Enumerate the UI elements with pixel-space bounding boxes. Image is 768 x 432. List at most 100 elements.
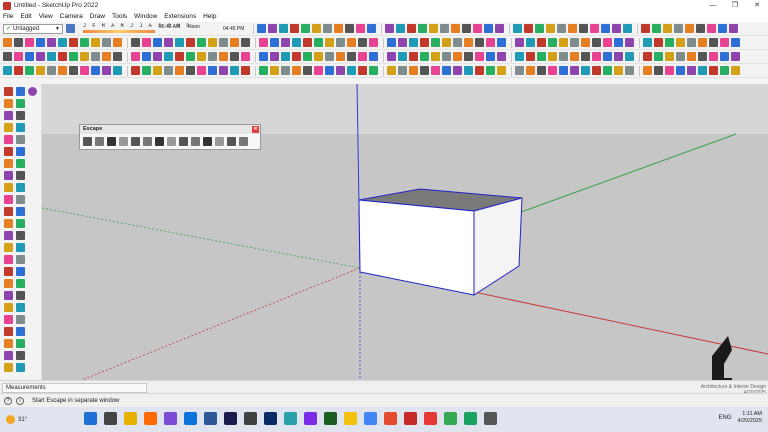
toolbar-tool-icon[interactable] [69, 52, 78, 61]
toolbar-tool-icon[interactable] [113, 38, 122, 47]
info-icon[interactable]: i [16, 396, 24, 405]
maximize-button[interactable]: ❐ [724, 0, 746, 11]
toolbar-tool-icon[interactable] [431, 52, 440, 61]
toolbar-tool-icon[interactable] [387, 52, 396, 61]
toolbar-tool-icon[interactable] [314, 66, 323, 75]
toolbar-tool-icon[interactable] [347, 52, 356, 61]
escape-tool-icon[interactable] [215, 137, 224, 146]
toolbar-tool-icon[interactable] [186, 38, 195, 47]
toolbar-tool-icon[interactable] [442, 66, 451, 75]
toolbar-tool-icon[interactable] [537, 52, 546, 61]
toolbar-tool-icon[interactable] [36, 38, 45, 47]
toolbar-tool-icon[interactable] [429, 24, 439, 33]
toolbar-tool-icon[interactable] [270, 66, 279, 75]
left-tool-icon[interactable] [4, 255, 13, 264]
toolbar-tool-icon[interactable] [641, 24, 651, 33]
minimize-button[interactable]: — [702, 0, 724, 11]
left-tool-icon[interactable] [4, 183, 13, 192]
toolbar-tool-icon[interactable] [186, 66, 195, 75]
toolbar-tool-icon[interactable] [241, 52, 250, 61]
taskbar-app-icon[interactable] [364, 412, 377, 425]
toolbar-tool-icon[interactable] [369, 52, 378, 61]
toolbar-tool-icon[interactable] [356, 24, 366, 33]
tag-settings-icon[interactable] [66, 24, 75, 33]
menu-edit[interactable]: Edit [20, 13, 31, 20]
toolbar-tool-icon[interactable] [241, 38, 250, 47]
menu-file[interactable]: File [3, 13, 13, 20]
menu-extensions[interactable]: Extensions [164, 13, 196, 20]
toolbar-tool-icon[interactable] [292, 66, 301, 75]
left-tool-icon[interactable] [16, 363, 25, 372]
toolbar-tool-icon[interactable] [385, 24, 395, 33]
toolbar-tool-icon[interactable] [241, 66, 250, 75]
toolbar-tool-icon[interactable] [91, 52, 100, 61]
toolbar-tool-icon[interactable] [453, 52, 462, 61]
toolbar-tool-icon[interactable] [665, 66, 674, 75]
toolbar-tool-icon[interactable] [3, 66, 12, 75]
toolbar-tool-icon[interactable] [336, 66, 345, 75]
toolbar-tool-icon[interactable] [259, 66, 268, 75]
toolbar-tool-icon[interactable] [431, 66, 440, 75]
toolbar-tool-icon[interactable] [219, 52, 228, 61]
escape-tool-icon[interactable] [239, 137, 248, 146]
toolbar-tool-icon[interactable] [14, 66, 23, 75]
toolbar-tool-icon[interactable] [515, 52, 524, 61]
toolbar-tool-icon[interactable] [58, 52, 67, 61]
toolbar-tool-icon[interactable] [420, 52, 429, 61]
toolbar-tool-icon[interactable] [387, 66, 396, 75]
toolbar-tool-icon[interactable] [208, 66, 217, 75]
toolbar-tool-icon[interactable] [292, 52, 301, 61]
toolbar-tool-icon[interactable] [687, 52, 696, 61]
toolbar-tool-icon[interactable] [398, 52, 407, 61]
left-tool-icon[interactable] [16, 207, 25, 216]
taskbar-app-icon[interactable] [324, 412, 337, 425]
toolbar-tool-icon[interactable] [475, 52, 484, 61]
left-tool-icon[interactable] [16, 315, 25, 324]
toolbar-tool-icon[interactable] [153, 66, 162, 75]
toolbar-tool-icon[interactable] [323, 24, 333, 33]
toolbar-tool-icon[interactable] [497, 66, 506, 75]
toolbar-tool-icon[interactable] [475, 38, 484, 47]
left-tool-icon[interactable] [16, 231, 25, 240]
weather-widget[interactable]: 31° [6, 415, 27, 424]
instructor-icon[interactable] [28, 87, 37, 96]
toolbar-tool-icon[interactable] [131, 38, 140, 47]
shadow-time-slider[interactable] [83, 29, 155, 33]
left-tool-icon[interactable] [4, 87, 13, 96]
toolbar-tool-icon[interactable] [720, 38, 729, 47]
left-tool-icon[interactable] [16, 183, 25, 192]
toolbar-tool-icon[interactable] [197, 66, 206, 75]
taskbar-app-icon[interactable] [184, 412, 197, 425]
toolbar-tool-icon[interactable] [676, 38, 685, 47]
toolbar-tool-icon[interactable] [398, 38, 407, 47]
toolbar-tool-icon[interactable] [462, 24, 472, 33]
toolbar-tool-icon[interactable] [347, 66, 356, 75]
left-tool-icon[interactable] [16, 303, 25, 312]
toolbar-tool-icon[interactable] [279, 24, 289, 33]
help-icon[interactable]: ? [4, 396, 12, 405]
left-tool-icon[interactable] [4, 207, 13, 216]
toolbar-tool-icon[interactable] [219, 38, 228, 47]
toolbar-tool-icon[interactable] [281, 38, 290, 47]
toolbar-tool-icon[interactable] [674, 24, 684, 33]
toolbar-tool-icon[interactable] [685, 24, 695, 33]
left-tool-icon[interactable] [4, 171, 13, 180]
toolbar-tool-icon[interactable] [526, 38, 535, 47]
toolbar-tool-icon[interactable] [464, 38, 473, 47]
toolbar-tool-icon[interactable] [36, 66, 45, 75]
left-tool-icon[interactable] [4, 363, 13, 372]
toolbar-tool-icon[interactable] [102, 66, 111, 75]
toolbar-tool-icon[interactable] [219, 66, 228, 75]
taskbar-app-icon[interactable] [124, 412, 137, 425]
toolbar-tool-icon[interactable] [175, 52, 184, 61]
taskbar-app-icon[interactable] [284, 412, 297, 425]
toolbar-tool-icon[interactable] [186, 52, 195, 61]
menu-view[interactable]: View [39, 13, 53, 20]
toolbar-tool-icon[interactable] [396, 24, 406, 33]
toolbar-tool-icon[interactable] [495, 24, 505, 33]
toolbar-tool-icon[interactable] [281, 66, 290, 75]
toolbar-tool-icon[interactable] [442, 52, 451, 61]
escape-tool-icon[interactable] [143, 137, 152, 146]
toolbar-tool-icon[interactable] [142, 38, 151, 47]
toolbar-tool-icon[interactable] [164, 66, 173, 75]
